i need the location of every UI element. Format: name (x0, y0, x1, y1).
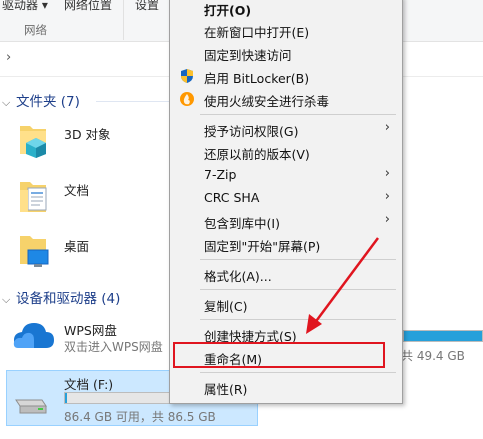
annotation-arrow-icon (306, 237, 380, 334)
